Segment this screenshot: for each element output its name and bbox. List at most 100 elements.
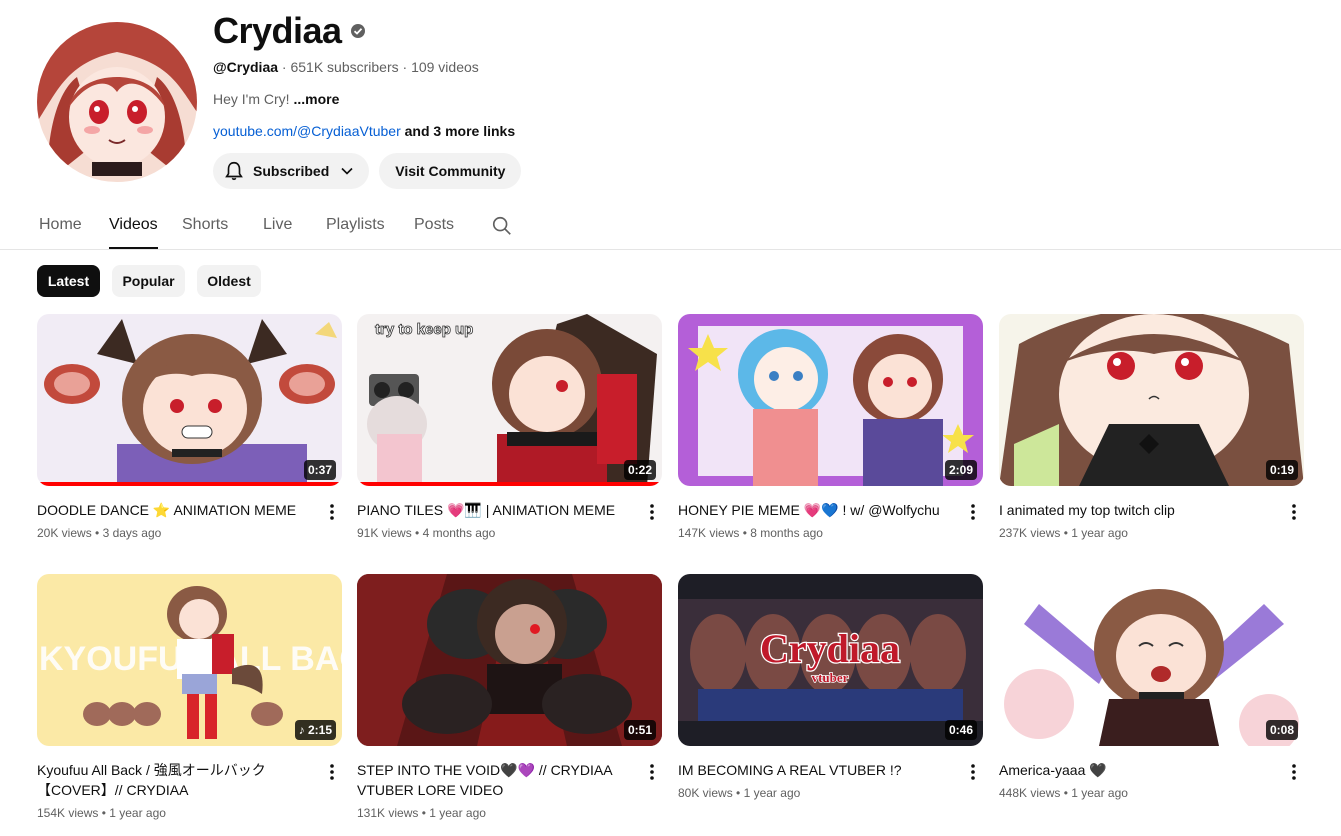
video-thumbnail[interactable]: 2:09 (678, 314, 983, 486)
video-duration: 0:22 (623, 460, 656, 480)
video-title[interactable]: America-yaaa 🖤 (999, 760, 1304, 780)
channel-description[interactable]: Hey I'm Cry! ...more (213, 91, 339, 107)
chip-oldest[interactable]: Oldest (197, 265, 261, 297)
video-duration: ♪ 2:15 (294, 720, 336, 740)
thumbnail-logo-subtext: vtuber (812, 670, 849, 685)
tab-home[interactable]: Home (39, 216, 82, 234)
video-meta: 237K views • 1 year ago (999, 526, 1128, 540)
video-views: 91K views (357, 526, 412, 540)
search-icon[interactable] (491, 215, 513, 237)
subscribed-label: Subscribed (253, 163, 330, 179)
video-meta: 448K views • 1 year ago (999, 786, 1128, 800)
video-age: 1 year ago (1071, 526, 1128, 540)
video-age: 3 days ago (102, 526, 162, 540)
more-vert-icon[interactable] (642, 762, 662, 782)
description-text: Hey I'm Cry! (213, 91, 294, 107)
video-title[interactable]: STEP INTO THE VOID🖤💜 // CRYDIAA VTUBER L… (357, 760, 662, 800)
video-age: 1 year ago (429, 806, 486, 820)
channel-title-row: Crydiaa (213, 10, 366, 52)
video-thumbnail[interactable]: 0:08 (999, 574, 1304, 746)
tab-shorts[interactable]: Shorts (182, 216, 228, 234)
video-views: 147K views (678, 526, 740, 540)
video-title[interactable]: Kyoufuu All Back / 強風オールバック【COVER】// CRY… (37, 760, 342, 800)
video-thumbnail[interactable]: try to keep up 0:22 (357, 314, 662, 486)
video-views: 131K views (357, 806, 419, 820)
video-thumbnail[interactable]: 0:37 (37, 314, 342, 486)
bell-icon (225, 161, 243, 181)
video-duration: 0:51 (623, 720, 656, 740)
video-card[interactable]: try to keep up 0:22 PIANO TILES 💗🎹 | ANI… (357, 314, 662, 540)
visit-community-button[interactable]: Visit Community (379, 153, 522, 189)
video-views: 20K views (37, 526, 92, 540)
video-duration: 0:08 (1265, 720, 1298, 740)
video-meta: 80K views • 1 year ago (678, 786, 801, 800)
tab-posts[interactable]: Posts (414, 216, 454, 234)
video-views: 154K views (37, 806, 99, 820)
channel-link[interactable]: youtube.com/@CrydiaaVtuber (213, 123, 401, 139)
video-duration: 0:37 (303, 460, 336, 480)
video-title[interactable]: I animated my top twitch clip (999, 500, 1304, 520)
video-title[interactable]: DOODLE DANCE ⭐ ANIMATION MEME (37, 500, 342, 520)
video-card[interactable]: KYOUFUU ALL BACK ♪ 2:15 Kyoufuu All Back… (37, 574, 342, 820)
video-age: 8 months ago (750, 526, 823, 540)
channel-name: Crydiaa (213, 10, 342, 51)
video-thumbnail[interactable]: Crydiaa vtuber 0:46 (678, 574, 983, 746)
video-card[interactable]: 2:09 HONEY PIE MEME 💗💙 ! w/ @Wolfychu 14… (678, 314, 983, 540)
subscribed-button[interactable]: Subscribed (213, 153, 370, 189)
video-card[interactable]: 0:51 STEP INTO THE VOID🖤💜 // CRYDIAA VTU… (357, 574, 662, 820)
chevron-down-icon (341, 167, 353, 175)
channel-tabs: Home Videos Shorts Live Playlists Posts (0, 200, 1341, 250)
video-duration: 2:09 (944, 460, 977, 480)
more-vert-icon[interactable] (963, 762, 983, 782)
visit-community-label: Visit Community (395, 163, 506, 179)
video-age: 1 year ago (109, 806, 166, 820)
more-vert-icon[interactable] (963, 502, 983, 522)
tab-live[interactable]: Live (263, 216, 292, 234)
more-vert-icon[interactable] (1284, 762, 1304, 782)
video-meta: 154K views • 1 year ago (37, 806, 166, 820)
video-card[interactable]: 0:08 America-yaaa 🖤 448K views • 1 year … (999, 574, 1304, 800)
video-views: 237K views (999, 526, 1061, 540)
thumbnail-logo-text: Crydiaa (760, 626, 900, 671)
more-links[interactable]: and 3 more links (401, 123, 516, 139)
more-vert-icon[interactable] (1284, 502, 1304, 522)
channel-handle: @Crydiaa (213, 59, 279, 75)
video-title[interactable]: HONEY PIE MEME 💗💙 ! w/ @Wolfychu (678, 500, 983, 520)
tab-videos[interactable]: Videos (109, 216, 158, 249)
video-card[interactable]: 0:19 I animated my top twitch clip 237K … (999, 314, 1304, 540)
chip-latest[interactable]: Latest (37, 265, 100, 297)
more-vert-icon[interactable] (322, 762, 342, 782)
video-title[interactable]: IM BECOMING A REAL VTUBER !? (678, 760, 983, 780)
video-age: 4 months ago (422, 526, 496, 540)
channel-actions: Subscribed Visit Community (213, 153, 522, 189)
video-views: 80K views (678, 786, 733, 800)
video-meta: 147K views • 8 months ago (678, 526, 823, 540)
video-thumbnail[interactable]: 0:19 (999, 314, 1304, 486)
video-thumbnail[interactable]: 0:51 (357, 574, 662, 746)
video-card[interactable]: Crydiaa vtuber 0:46 IM BECOMING A REAL V… (678, 574, 983, 800)
thumbnail-text: try to keep up (375, 321, 473, 338)
video-thumbnail[interactable]: KYOUFUU ALL BACK ♪ 2:15 (37, 574, 342, 746)
watch-progress-bar (37, 482, 342, 486)
chip-popular[interactable]: Popular (112, 265, 185, 297)
video-meta: 20K views • 3 days ago (37, 526, 162, 540)
watch-progress-bar (357, 482, 662, 486)
video-meta: 91K views • 4 months ago (357, 526, 496, 540)
video-views: 448K views (999, 786, 1061, 800)
channel-avatar[interactable] (37, 22, 197, 182)
video-title[interactable]: PIANO TILES 💗🎹 | ANIMATION MEME (357, 500, 662, 520)
video-meta: 131K views • 1 year ago (357, 806, 486, 820)
channel-links: youtube.com/@CrydiaaVtuber and 3 more li… (213, 123, 515, 139)
description-more-link[interactable]: ...more (293, 91, 339, 107)
channel-meta: @Crydiaa · 651K subscribers · 109 videos (213, 59, 479, 75)
video-age: 1 year ago (1071, 786, 1128, 800)
video-card[interactable]: 0:37 DOODLE DANCE ⭐ ANIMATION MEME 20K v… (37, 314, 342, 540)
more-vert-icon[interactable] (322, 502, 342, 522)
video-duration: 0:46 (944, 720, 977, 740)
video-duration: 0:19 (1265, 460, 1298, 480)
more-vert-icon[interactable] (642, 502, 662, 522)
verified-check-icon (350, 24, 365, 38)
tab-playlists[interactable]: Playlists (326, 216, 385, 234)
channel-stats: · 651K subscribers · 109 videos (278, 59, 479, 75)
video-age: 1 year ago (743, 786, 801, 800)
